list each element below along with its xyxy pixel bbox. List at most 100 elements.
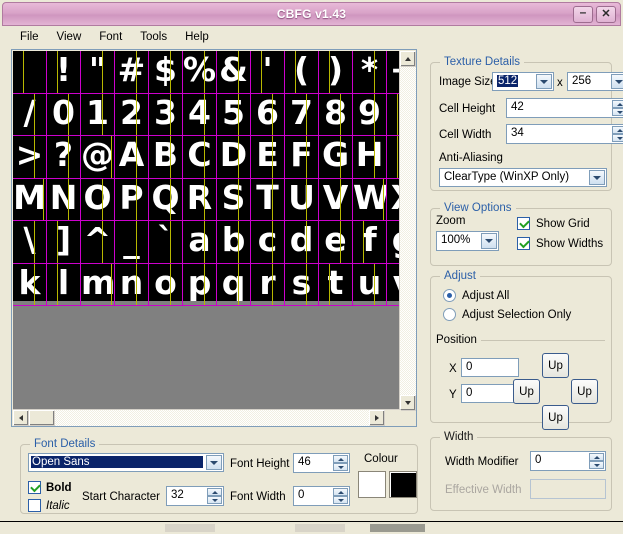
texture-grid-cell[interactable]: C (183, 136, 217, 178)
texture-grid-cell[interactable]: ^ (81, 221, 115, 263)
texture-grid-cell[interactable]: ] (47, 221, 81, 263)
texture-grid-cell[interactable]: @ (81, 136, 115, 178)
texture-grid-cell[interactable]: t (319, 263, 353, 305)
chevron-down-icon[interactable] (611, 74, 623, 89)
texture-grid-cell[interactable]: $ (149, 51, 183, 93)
texture-grid-cell[interactable]: A (115, 136, 149, 178)
texture-grid-cell[interactable]: S (217, 178, 251, 220)
font-height-input[interactable]: 46 (293, 453, 350, 473)
texture-grid-cell[interactable]: a (183, 221, 217, 263)
font-width-input[interactable]: 0 (293, 486, 350, 506)
texture-grid-cell[interactable] (13, 51, 47, 93)
scroll-left-button[interactable] (13, 410, 29, 426)
texture-grid-cell[interactable]: o (149, 263, 183, 305)
texture-grid-cell[interactable]: O (81, 178, 115, 220)
move-right-button[interactable]: Up (571, 379, 598, 404)
menu-item-tools[interactable]: Tools (131, 29, 176, 45)
texture-grid-row[interactable]: /0123456789: (13, 93, 401, 136)
texture-grid-cell[interactable]: ) (319, 51, 353, 93)
texture-grid-cell[interactable]: Q (149, 178, 183, 220)
texture-grid-cell[interactable]: b (217, 221, 251, 263)
texture-grid-cell[interactable]: 4 (183, 93, 217, 135)
texture-grid-cell[interactable]: m (81, 263, 115, 305)
texture-grid-cell[interactable]: ( (285, 51, 319, 93)
texture-grid-cell[interactable]: T (251, 178, 285, 220)
texture-grid-cell[interactable]: D (217, 136, 251, 178)
texture-grid-cell[interactable]: l (47, 263, 81, 305)
font-name-combo[interactable]: Open Sans (28, 453, 224, 472)
position-x-input[interactable]: 0 (461, 358, 519, 377)
zoom-combo[interactable]: 100% (436, 231, 499, 251)
background-colour-swatch[interactable] (389, 471, 417, 498)
texture-grid-row[interactable]: MNOPQRSTUVWX (13, 178, 401, 221)
texture-preview-canvas[interactable]: !"#$%&'()*+/0123456789:>?@ABCDEFGHIMNOPQ… (13, 51, 401, 411)
horizontal-scroll-thumb[interactable] (29, 410, 55, 426)
anti-aliasing-combo[interactable]: ClearType (WinXP Only) (439, 168, 607, 187)
width-modifier-stepper[interactable] (589, 453, 604, 469)
texture-grid-cell[interactable]: M (13, 178, 47, 220)
italic-checkbox[interactable] (28, 499, 41, 512)
menu-item-help[interactable]: Help (176, 29, 218, 45)
texture-grid-cell[interactable]: ? (47, 136, 81, 178)
font-width-stepper[interactable] (333, 488, 348, 504)
texture-grid-cell[interactable]: 9 (353, 93, 387, 135)
horizontal-scrollbar[interactable] (13, 409, 401, 426)
vertical-scrollbar[interactable] (399, 51, 416, 411)
scroll-right-button[interactable] (369, 410, 385, 426)
cell-width-stepper[interactable] (612, 126, 623, 142)
texture-grid-cell[interactable]: 2 (115, 93, 149, 135)
cell-height-input[interactable]: 42 (506, 98, 623, 118)
position-y-input[interactable]: 0 (461, 384, 519, 403)
texture-grid-cell[interactable]: n (115, 263, 149, 305)
chevron-down-icon[interactable] (206, 455, 222, 470)
texture-grid-cell[interactable]: G (319, 136, 353, 178)
texture-grid-row[interactable]: \]^_`abcdefg (13, 221, 401, 264)
cell-height-stepper[interactable] (612, 100, 623, 116)
texture-grid-cell[interactable]: F (285, 136, 319, 178)
adjust-all-radio[interactable] (443, 289, 456, 302)
texture-grid-cell[interactable]: & (217, 51, 251, 93)
vertical-scroll-track[interactable] (400, 67, 416, 395)
texture-grid-cell[interactable]: e (319, 221, 353, 263)
texture-grid-cell[interactable]: W (353, 178, 387, 220)
start-character-input[interactable]: 32 (166, 486, 224, 506)
texture-grid-cell[interactable]: _ (115, 221, 149, 263)
texture-grid-cell[interactable]: 7 (285, 93, 319, 135)
texture-grid-cell[interactable]: k (13, 263, 47, 305)
texture-grid-cell[interactable]: B (149, 136, 183, 178)
texture-grid-cell[interactable]: d (285, 221, 319, 263)
scroll-down-button[interactable] (400, 395, 416, 411)
texture-grid-cell[interactable]: 3 (149, 93, 183, 135)
font-texture[interactable]: !"#$%&'()*+/0123456789:>?@ABCDEFGHIMNOPQ… (13, 51, 401, 306)
texture-grid-cell[interactable]: 1 (81, 93, 115, 135)
start-character-stepper[interactable] (207, 488, 222, 504)
move-down-button[interactable]: Up (542, 405, 569, 430)
chevron-down-icon[interactable] (589, 170, 605, 185)
texture-grid-cell[interactable]: N (47, 178, 81, 220)
horizontal-scroll-track[interactable] (55, 410, 369, 426)
move-up-button[interactable]: Up (542, 353, 569, 378)
texture-grid-cell[interactable]: \ (13, 221, 47, 263)
width-modifier-input[interactable]: 0 (530, 451, 606, 471)
image-width-combo[interactable]: 512 (492, 72, 554, 91)
texture-grid-cell[interactable]: * (353, 51, 387, 93)
texture-grid-row[interactable]: !"#$%&'()*+ (13, 51, 401, 94)
texture-grid-row[interactable]: klmnopqrstuv (13, 263, 401, 306)
cell-width-input[interactable]: 34 (506, 124, 623, 144)
texture-grid-cell[interactable]: s (285, 263, 319, 305)
texture-grid-cell[interactable]: u (353, 263, 387, 305)
menu-item-font[interactable]: Font (90, 29, 131, 45)
font-height-stepper[interactable] (333, 455, 348, 471)
texture-grid-cell[interactable]: ' (251, 51, 285, 93)
texture-grid-cell[interactable]: # (115, 51, 149, 93)
adjust-selection-only-radio[interactable] (443, 308, 456, 321)
texture-grid-cell[interactable]: ` (149, 221, 183, 263)
texture-grid-cell[interactable]: % (183, 51, 217, 93)
texture-grid-cell[interactable]: / (13, 93, 47, 135)
show-grid-checkbox[interactable] (517, 217, 530, 230)
move-left-button[interactable]: Up (513, 379, 540, 404)
texture-grid-cell[interactable]: V (319, 178, 353, 220)
texture-grid-cell[interactable]: > (13, 136, 47, 178)
texture-grid-cell[interactable]: q (217, 263, 251, 305)
close-button[interactable]: ✕ (596, 6, 616, 23)
